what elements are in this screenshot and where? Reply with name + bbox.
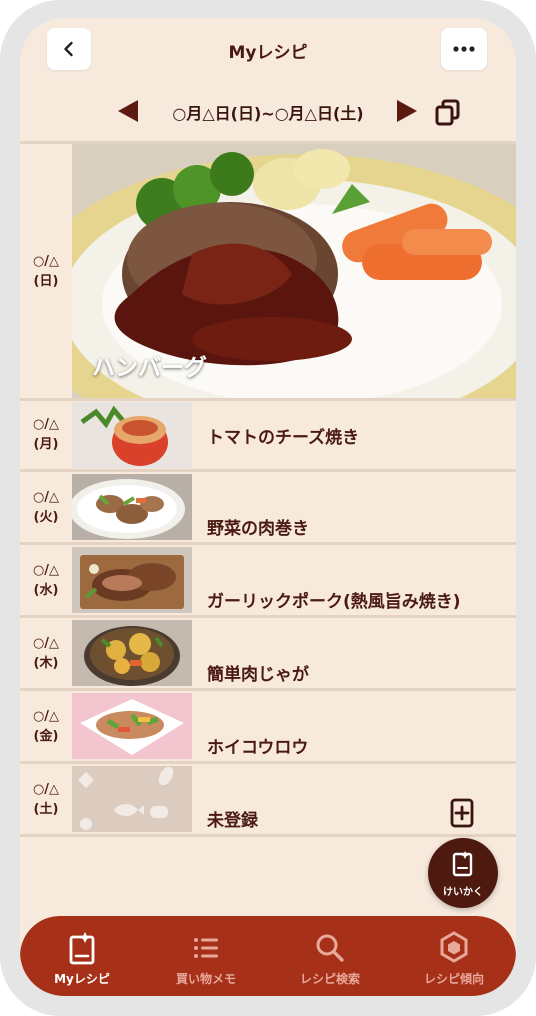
nav-label: Myレシピ <box>54 972 110 986</box>
chevron-left-icon <box>64 41 73 57</box>
nav-recipe-search[interactable]: レシピ検索 <box>268 916 392 996</box>
page-title: Myレシピ <box>228 43 308 63</box>
day-row-tuesday[interactable]: ○/△ (火) 野菜の肉巻き <box>20 472 516 542</box>
day-date: ○/△ (土) <box>32 782 60 817</box>
day-row-sunday[interactable]: ○/△ (日) ハンバーグ <box>20 144 516 398</box>
recipe-thumbnail <box>72 402 192 468</box>
next-week-button[interactable] <box>397 100 417 122</box>
nav-label: レシピ傾向 <box>423 972 484 986</box>
header: Myレシピ <box>20 18 516 88</box>
day-date: ○/△ (木) <box>32 636 60 671</box>
recipe-thumbnail <box>72 620 192 686</box>
recipe-name: 簡単肉じゃが <box>207 665 309 685</box>
plan-icon <box>452 851 473 877</box>
prev-week-button[interactable] <box>118 100 138 122</box>
nav-label: レシピ検索 <box>299 972 360 986</box>
day-date: ○/△ (月) <box>32 417 60 452</box>
day-date: ○/△ (火) <box>32 490 60 525</box>
fab-label: けいかく <box>443 887 483 898</box>
recipe-name: トマトのチーズ焼き <box>207 428 360 448</box>
recipe-name: ガーリックポーク(熱風旨み焼き) <box>207 592 461 612</box>
bottom-navigation: Myレシピ 買い物メモ レシピ検索 レシピ傾向 <box>20 916 516 996</box>
nav-recipe-trend[interactable]: レシピ傾向 <box>392 916 516 996</box>
device-frame: Myレシピ ○月△日(日)~○月△日(土) ○/△ (日) ハンバーグ ○/△ … <box>0 0 536 1016</box>
placeholder-food-pattern <box>72 766 192 832</box>
recipe-name: ホイコウロウ <box>207 738 309 758</box>
list-icon <box>194 938 218 958</box>
day-row-wednesday[interactable]: ○/△ (水) ガーリックポーク(熱風旨み焼き) <box>20 545 516 615</box>
plan-fab-button[interactable]: けいかく <box>428 838 498 908</box>
day-row-thursday[interactable]: ○/△ (木) 簡単肉じゃが <box>20 618 516 688</box>
hero-recipe-name: ハンバーグ <box>92 355 207 381</box>
copy-icon[interactable] <box>434 98 462 126</box>
recipe-name-unregistered: 未登録 <box>207 811 258 831</box>
more-horizontal-icon <box>453 46 475 52</box>
search-icon <box>316 934 344 962</box>
add-recipe-icon[interactable] <box>450 798 476 828</box>
more-menu-button[interactable] <box>441 28 487 70</box>
day-row-monday[interactable]: ○/△ (月) トマトのチーズ焼き <box>20 401 516 469</box>
nav-my-recipe[interactable]: Myレシピ <box>20 916 144 996</box>
recipe-thumbnail <box>72 547 192 613</box>
recipe-thumbnail <box>72 693 192 759</box>
divider <box>20 834 516 837</box>
hexagon-icon <box>440 931 468 963</box>
app-screen: Myレシピ ○月△日(日)~○月△日(土) ○/△ (日) ハンバーグ ○/△ … <box>20 18 516 996</box>
my-recipe-icon <box>69 932 95 965</box>
recipe-name: 野菜の肉巻き <box>207 519 309 539</box>
back-button[interactable] <box>47 28 91 70</box>
day-row-saturday[interactable]: ○/△ (土) 未登録 <box>20 764 516 834</box>
day-date: ○/△ (金) <box>32 709 60 744</box>
day-date: ○/△ (日) <box>32 254 60 289</box>
nav-shopping-memo[interactable]: 買い物メモ <box>144 916 268 996</box>
day-date: ○/△ (水) <box>32 563 60 598</box>
nav-label: 買い物メモ <box>175 972 236 986</box>
week-range: ○月△日(日)~○月△日(土) <box>172 104 364 123</box>
day-row-friday[interactable]: ○/△ (金) ホイコウロウ <box>20 691 516 761</box>
recipe-thumbnail <box>72 474 192 540</box>
